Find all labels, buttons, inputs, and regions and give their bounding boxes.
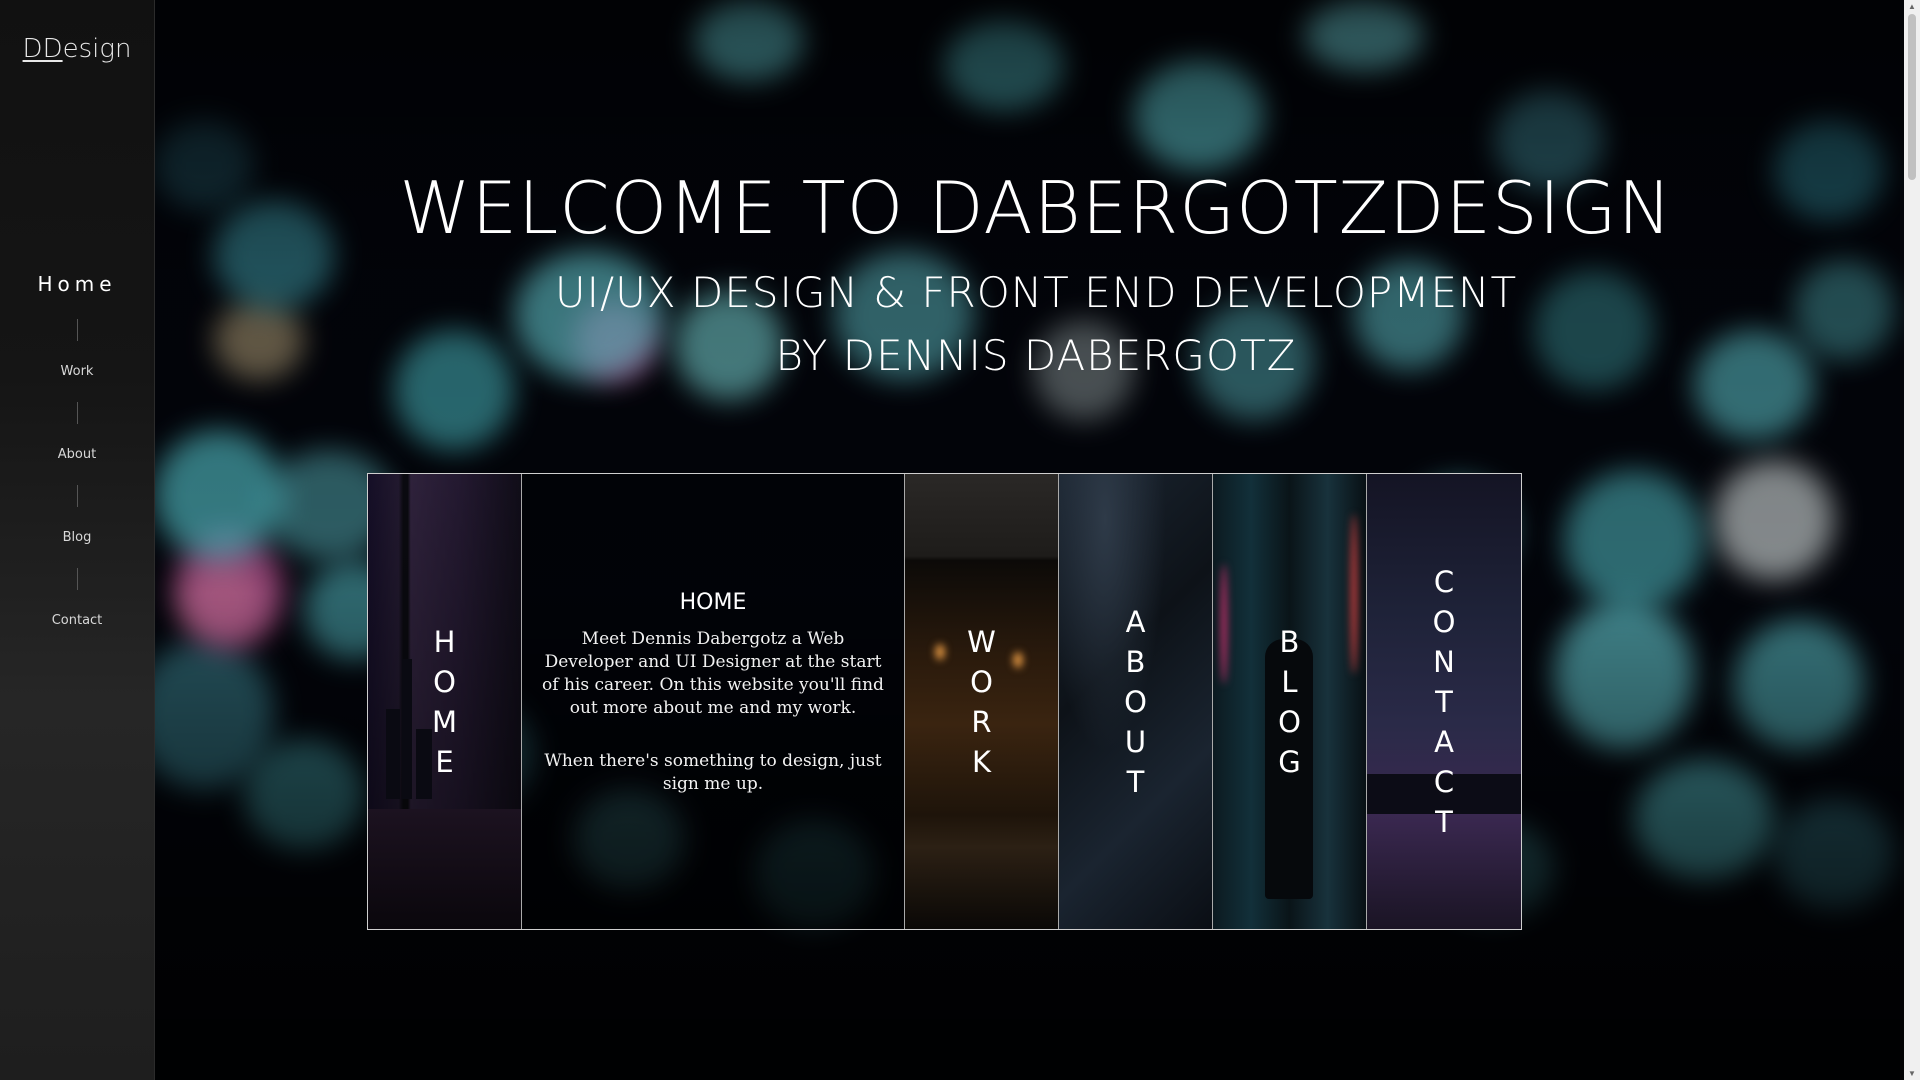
panel-letter: C (1433, 564, 1455, 599)
nav-divider (76, 402, 78, 424)
panel-home-image (368, 809, 521, 929)
scroll-thumb[interactable] (1908, 14, 1916, 180)
sidebar-item-blog[interactable]: Blog (0, 530, 154, 545)
hero: WELCOME TO DABERGOTZDESIGN UI/UX DESIGN … (154, 0, 1904, 400)
panel-letter: A (1125, 604, 1146, 639)
nav-divider (76, 319, 78, 341)
sidebar-item-about[interactable]: About (0, 447, 154, 462)
panel-blog[interactable]: BLOG (1213, 474, 1367, 929)
logo-rest: esign (62, 34, 132, 64)
panel-letter: B (1279, 624, 1300, 659)
nav-divider (76, 485, 78, 507)
panel-letter: C (1433, 764, 1455, 799)
panel-home-label: HOME (368, 622, 521, 782)
panel-letter: O (1124, 684, 1147, 719)
panel-letter: U (1124, 724, 1147, 759)
panel-letter: T (1435, 684, 1453, 719)
panel-home-detail: HOME Meet Dennis Dabergotz a Web Develop… (522, 474, 905, 929)
detail-text: Meet Dennis Dabergotz a Web Developer an… (542, 629, 884, 718)
hero-title: WELCOME TO DABERGOTZDESIGN (399, 166, 1673, 250)
nav-divider (76, 568, 78, 590)
site-logo[interactable]: DDesign (0, 34, 154, 64)
panel-letter: O (970, 664, 993, 699)
panel-letter: H (433, 624, 456, 659)
sidebar: DDesign Home Work About Blog Contact (0, 0, 155, 1080)
panel-letter: W (967, 624, 996, 659)
panel-letter: T (1435, 804, 1453, 839)
panel-letter: O (1432, 604, 1456, 639)
panel-letter: O (433, 664, 456, 699)
panel-work-label: WORK (905, 622, 1058, 782)
panel-about[interactable]: ABOUT (1059, 474, 1213, 929)
panel-letter: A (1434, 724, 1454, 759)
panel-home[interactable]: HOME (368, 474, 522, 929)
panel-work[interactable]: WORK (905, 474, 1059, 929)
logo-mark: DD (22, 34, 63, 64)
detail-text-secondary: When there's something to design, just s… (544, 751, 882, 794)
panel-contact[interactable]: CONTACT (1367, 474, 1521, 929)
panel-letter: B (1125, 644, 1146, 679)
panel-letter: O (1278, 704, 1301, 739)
sidebar-item-home[interactable]: Home (0, 272, 154, 296)
scroll-up-arrow[interactable]: ▲ (1904, 2, 1920, 11)
section-panels: HOME HOME Meet Dennis Dabergotz a Web De… (367, 473, 1522, 930)
panel-contact-label: CONTACT (1367, 562, 1521, 842)
page-scrollbar[interactable]: ▲ ▼ (1904, 0, 1920, 1080)
panel-letter: G (1278, 744, 1301, 779)
sidebar-item-work[interactable]: Work (0, 364, 154, 379)
panel-blog-label: BLOG (1213, 622, 1366, 782)
panel-letter: K (971, 744, 992, 779)
panel-about-label: ABOUT (1059, 602, 1212, 802)
hero-subtitle: UI/UX DESIGN & FRONT END DEVELOPMENT (554, 268, 1518, 317)
detail-title: HOME (679, 590, 747, 615)
panel-letter: E (435, 744, 454, 779)
sidebar-item-contact[interactable]: Contact (0, 613, 154, 628)
scroll-down-arrow[interactable]: ▼ (1904, 1069, 1920, 1078)
panel-letter: M (431, 704, 458, 739)
panel-letter: N (1433, 644, 1455, 679)
panel-letter: R (971, 704, 992, 739)
panel-letter: L (1281, 664, 1298, 699)
panel-letter: T (1126, 764, 1145, 799)
hero-byline: BY DENNIS DABERGOTZ (775, 331, 1297, 380)
sidebar-nav: Home Work About Blog Contact (0, 272, 154, 628)
